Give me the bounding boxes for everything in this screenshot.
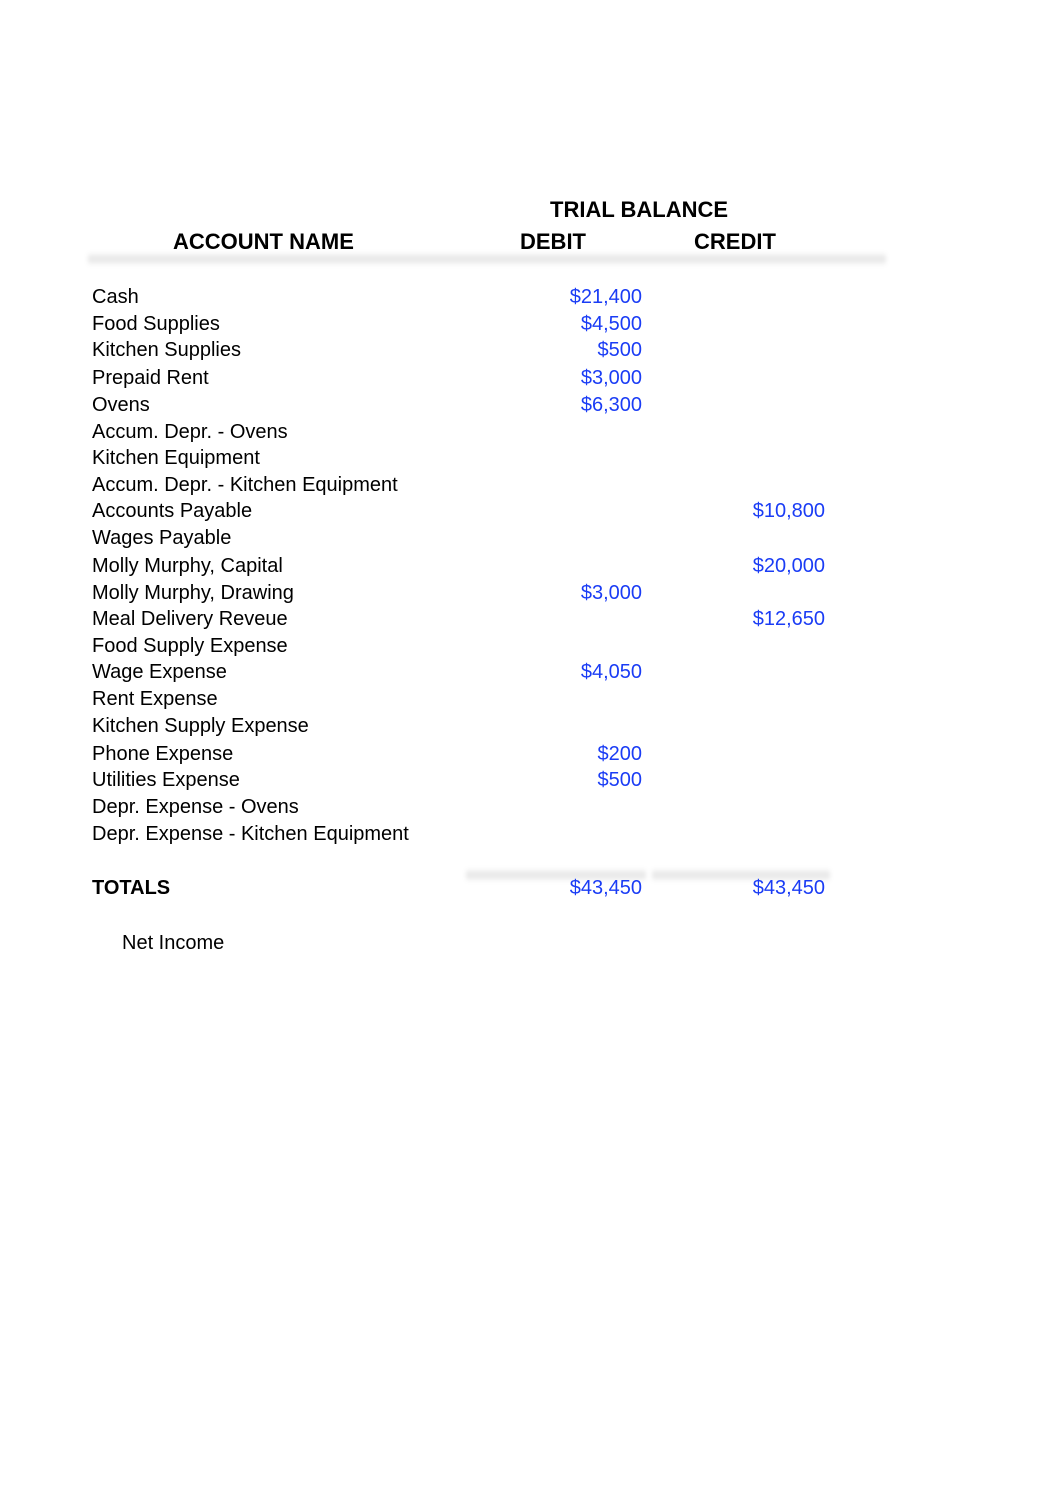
account-row: Meal Delivery Reveue $12,650 [0,608,1062,634]
account-row: Food Supplies $4,500 [0,313,1062,339]
debit-amount: $3,000 [580,582,642,604]
account-row: Utilities Expense $500 [0,769,1062,795]
credit-amount: $10,800 [752,500,825,522]
credit-amount: $20,000 [752,555,825,577]
account-row: Depr. Expense - Kitchen Equipment [0,823,1062,849]
account-name: Food Supplies [92,313,220,335]
account-row: Accum. Depr. - Kitchen Equipment [0,474,1062,500]
account-row: Ovens $6,300 [0,394,1062,420]
net-income-label: Net Income [122,932,225,954]
debit-amount: $21,400 [569,286,642,308]
account-name: Utilities Expense [92,769,240,791]
account-name: Rent Expense [92,688,218,710]
account-row: Molly Murphy, Drawing $3,000 [0,582,1062,608]
account-row: Cash $21,400 [0,286,1062,312]
account-name: Ovens [92,394,150,416]
account-name: Molly Murphy, Drawing [92,582,294,604]
debit-amount: $6,300 [580,394,642,416]
account-name: Kitchen Supplies [92,339,241,361]
totals-debit: $43,450 [569,877,642,899]
account-row: Kitchen Equipment [0,447,1062,473]
account-row: Depr. Expense - Ovens [0,796,1062,822]
debit-amount: $4,500 [580,313,642,335]
credit-amount: $12,650 [752,608,825,630]
account-row: Prepaid Rent $3,000 [0,367,1062,393]
account-name: Accum. Depr. - Ovens [92,421,288,443]
trial-balance-title: TRIAL BALANCE [550,197,729,222]
header-divider [88,252,886,266]
account-name: Kitchen Supply Expense [92,715,309,737]
debit-amount: $3,000 [580,367,642,389]
account-row: Rent Expense [0,688,1062,714]
account-name: Food Supply Expense [92,635,288,657]
account-row: Phone Expense $200 [0,743,1062,769]
account-row: Kitchen Supplies $500 [0,339,1062,365]
account-name: Accounts Payable [92,500,253,522]
account-name: Depr. Expense - Kitchen Equipment [92,823,409,845]
account-row: Accum. Depr. - Ovens [0,421,1062,447]
debit-amount: $500 [597,769,643,791]
account-name: Phone Expense [92,743,234,765]
account-name: Wages Payable [92,527,232,549]
account-name: Depr. Expense - Ovens [92,796,299,818]
account-name: Kitchen Equipment [92,447,260,469]
account-row: Kitchen Supply Expense [0,715,1062,741]
account-row: Wage Expense $4,050 [0,661,1062,687]
account-name: Accum. Depr. - Kitchen Equipment [92,474,398,496]
account-row: Wages Payable [0,527,1062,553]
account-name: Cash [92,286,139,308]
debit-amount: $200 [597,743,643,765]
debit-amount: $500 [597,339,643,361]
account-name: Prepaid Rent [92,367,209,389]
account-name: Molly Murphy, Capital [92,555,283,577]
account-name: Wage Expense [92,661,227,683]
account-row: Food Supply Expense [0,635,1062,661]
account-row: Accounts Payable $10,800 [0,500,1062,526]
debit-amount: $4,050 [580,661,642,683]
account-name: Meal Delivery Reveue [92,608,288,630]
totals-label: TOTALS [92,877,171,899]
account-row: Molly Murphy, Capital $20,000 [0,555,1062,581]
totals-credit: $43,450 [752,877,825,899]
